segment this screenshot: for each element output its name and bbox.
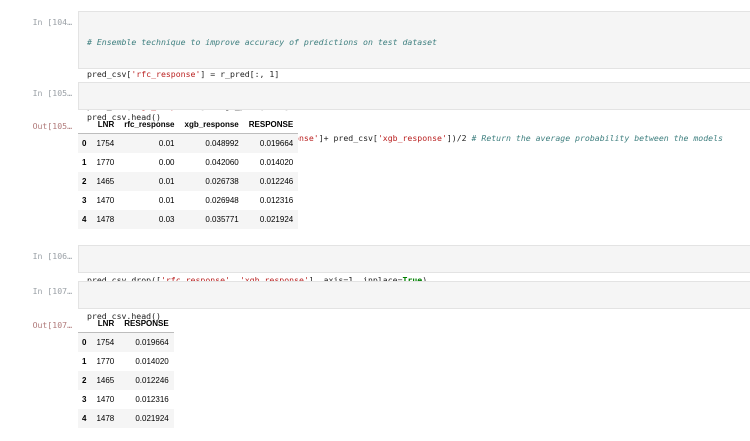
row-index: 2: [82, 376, 87, 385]
table-cell: 0.01: [158, 139, 175, 148]
code-text: ])/2: [446, 133, 472, 143]
table-cell: 1470: [96, 395, 115, 404]
table-cell: 1754: [96, 139, 115, 148]
table-cell: 0.021924: [135, 414, 169, 423]
row-index: 0: [82, 139, 87, 148]
code-string: 'xgb_response': [377, 133, 447, 143]
row-index: 4: [82, 215, 87, 224]
column-header: LNR: [91, 315, 120, 333]
table-row: 2 1465 0.01 0.026738 0.012246: [78, 172, 299, 191]
column-header: RESPONSE: [243, 116, 299, 134]
table-cell: 1465: [96, 376, 115, 385]
code-text: pred_csv[: [87, 69, 132, 79]
table-cell: 1465: [96, 177, 115, 186]
row-index: 2: [82, 177, 87, 186]
code-cell[interactable]: # Ensemble technique to improve accuracy…: [78, 11, 750, 143]
column-header: [78, 315, 92, 333]
code-comment: # Ensemble technique to improve accuracy…: [87, 37, 437, 47]
table-cell: 0.012316: [259, 196, 294, 205]
table-cell: 1478: [96, 215, 115, 224]
table-cell: 1754: [96, 338, 115, 347]
column-header: RESPONSE: [119, 315, 174, 333]
column-header: rfc_response: [119, 116, 180, 134]
code-text: ]+ pred_csv[: [318, 133, 378, 143]
table-cell: 0.026738: [205, 177, 239, 186]
row-index: 0: [82, 338, 87, 347]
code-comment: # Return the average probability between…: [471, 133, 723, 143]
table-row: 4 1478 0.021924: [78, 409, 174, 428]
table-cell: 1770: [96, 158, 115, 167]
dataframe-output: LNR RESPONSE 0 1754 0.019664 1 1770 0.014020 2 14…: [78, 315, 174, 428]
table-cell: 0.012246: [135, 376, 169, 385]
table-row: 1 1770 0.00 0.042060 0.014020: [78, 153, 298, 172]
table-cell: 0.03: [158, 215, 175, 224]
dataframe-table: LNR rfc_response xgb_response RESPONSE 0 1754…: [78, 116, 299, 229]
table-cell: 0.01: [158, 196, 175, 205]
input-prompt: In [106…: [32, 251, 72, 261]
input-prompt: In [107…: [32, 286, 72, 296]
table-cell: 1470: [96, 196, 115, 205]
table-cell: 0.035771: [205, 215, 239, 224]
table-cell: 0.00: [158, 158, 175, 167]
table-row: 0 1754 0.019664: [78, 332, 174, 352]
column-header: LNR: [91, 116, 120, 134]
table-cell: 0.019664: [135, 338, 169, 347]
row-index: 1: [82, 357, 87, 366]
row-index: 4: [82, 414, 87, 423]
table-cell: 1770: [96, 357, 115, 366]
code-string: 'rfc_response': [131, 69, 201, 79]
table-row: 2 1465 0.012246: [78, 371, 174, 390]
output-prompt: Out[105…: [32, 121, 72, 131]
dataframe-table: LNR RESPONSE 0 1754 0.019664 1 1770 0.014020 2 14…: [78, 315, 174, 428]
table-row: 0 1754 0.01 0.048992 0.019664: [78, 133, 299, 153]
code-cell[interactable]: pred_csv.head(): [78, 281, 750, 321]
table-row: 3 1470 0.012316: [78, 390, 174, 409]
table-row: 4 1478 0.03 0.035771 0.021924: [78, 210, 299, 229]
row-index: 3: [82, 196, 87, 205]
table-cell: 0.012246: [259, 177, 294, 186]
table-cell: 0.014020: [259, 158, 294, 167]
table-cell: 0.026948: [205, 196, 239, 205]
output-prompt: Out[107…: [32, 320, 72, 330]
table-cell: 0.042060: [205, 158, 239, 167]
table-cell: 0.048992: [205, 139, 239, 148]
table-cell: 1478: [96, 414, 115, 423]
row-index: 3: [82, 395, 87, 404]
table-row: 3 1470 0.01 0.026948 0.012316: [78, 191, 298, 210]
table-cell: 0.021924: [259, 215, 294, 224]
input-prompt: In [105…: [32, 88, 72, 98]
code-cell[interactable]: pred_csv.head(): [78, 82, 750, 122]
column-header: [78, 116, 92, 134]
code-line: pred_csv.head(): [87, 310, 742, 322]
table-cell: 0.01: [158, 177, 175, 186]
code-line: # Ensemble technique to improve accuracy…: [87, 36, 742, 48]
table-row: 1 1770 0.014020: [78, 352, 174, 371]
code-line: pred_csv['rfc_response'] = r_pred[:, 1]: [87, 68, 742, 80]
table-cell: 0.019664: [259, 139, 294, 148]
code-text: ] = r_pred[:, 1]: [200, 69, 280, 79]
code-cell[interactable]: pred_csv.drop(['rfc_response', 'xgb_resp…: [78, 245, 750, 285]
input-prompt: In [104…: [32, 17, 72, 27]
dataframe-output: LNR rfc_response xgb_response RESPONSE 0 1754…: [78, 116, 299, 229]
row-index: 1: [82, 158, 87, 167]
column-header: xgb_response: [179, 116, 244, 134]
table-cell: 0.014020: [135, 357, 169, 366]
table-cell: 0.012316: [135, 395, 169, 404]
